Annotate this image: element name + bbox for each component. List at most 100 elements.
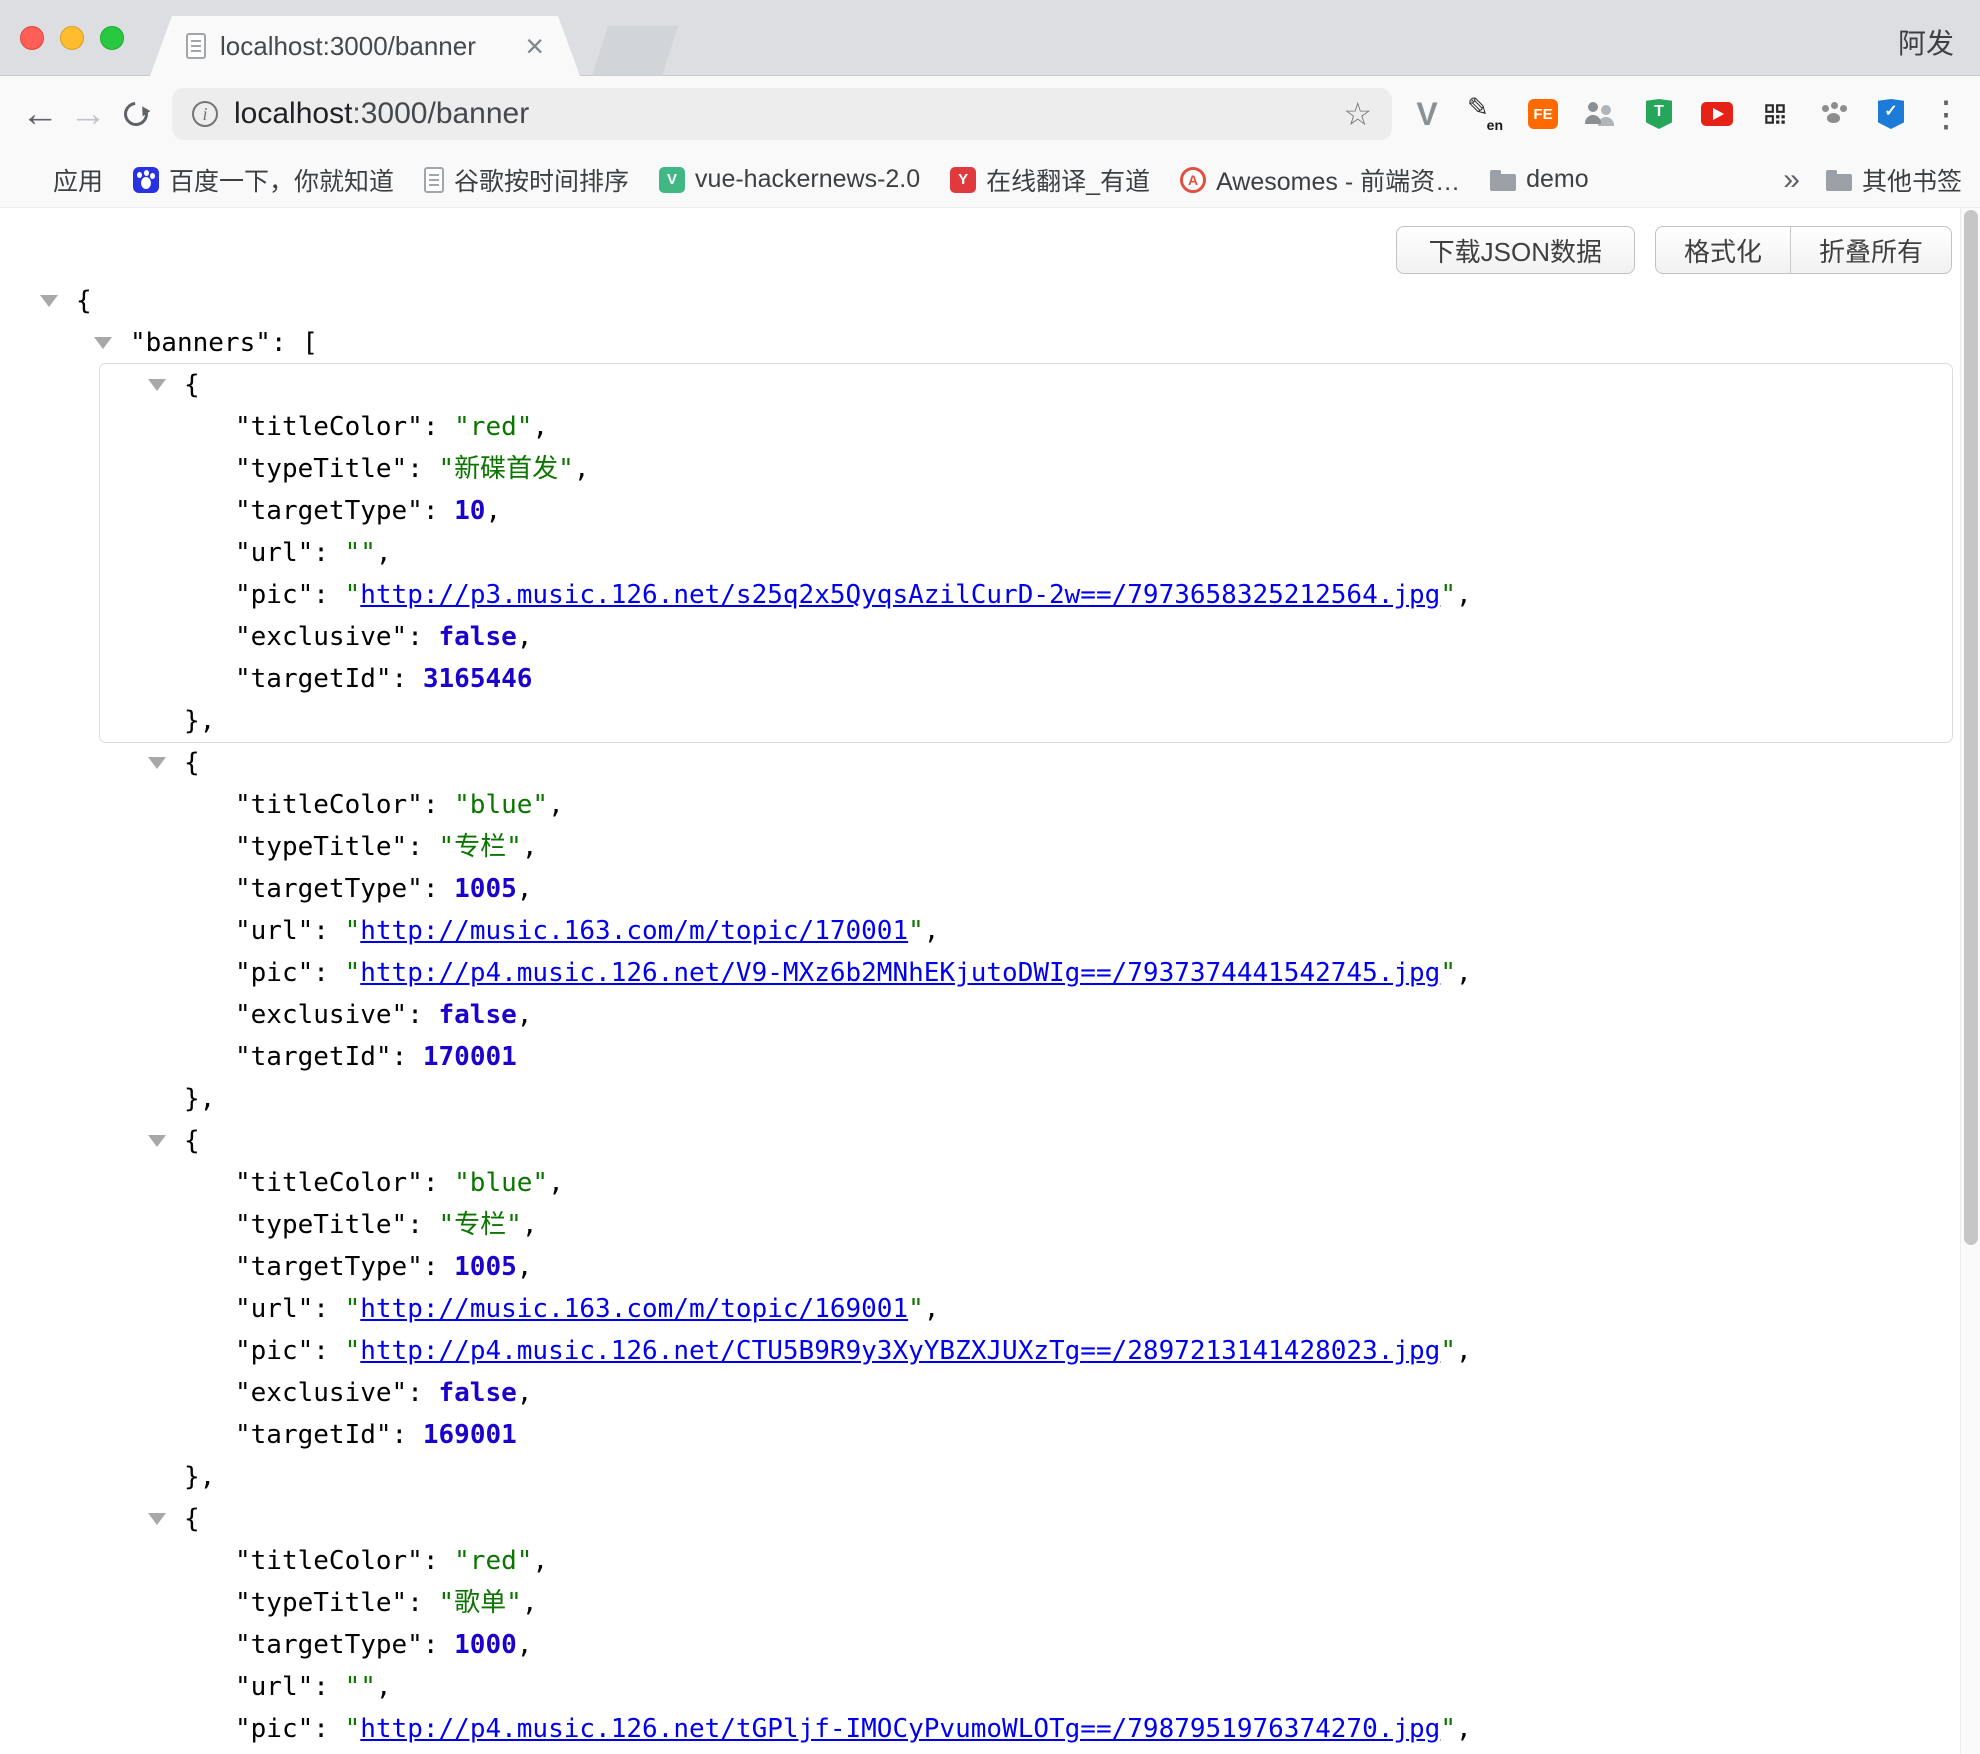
paw-extension-button[interactable] xyxy=(1810,91,1856,137)
shield-t-icon: T xyxy=(1646,99,1672,129)
shield-t-extension-button[interactable]: T xyxy=(1636,91,1682,137)
json-line: "exclusive": false, xyxy=(100,1372,1952,1414)
bookmark-item[interactable]: demo xyxy=(1490,165,1589,194)
expander-triangle-icon[interactable] xyxy=(148,379,166,391)
json-line: "typeTitle": "新碟首发", xyxy=(100,448,1952,490)
youtube-icon xyxy=(1701,102,1733,126)
json-url-link[interactable]: http://p4.music.126.net/tGPljf-IMOCyPvum… xyxy=(360,1714,1440,1744)
expander-triangle-icon[interactable] xyxy=(148,1513,166,1525)
json-object-banner-1: {"titleColor": "red","typeTitle": "新碟首发"… xyxy=(100,364,1952,742)
shield-check-extension-button[interactable]: ✓ xyxy=(1868,91,1914,137)
other-bookmarks-label: 其他书签 xyxy=(1862,162,1962,198)
bookmark-item[interactable]: 百度一下，你就知道 xyxy=(133,162,394,198)
people-extension-button[interactable] xyxy=(1578,91,1624,137)
translate-extension-button[interactable]: en xyxy=(1462,91,1508,137)
v-extension-button[interactable]: V xyxy=(1404,91,1450,137)
json-url-link[interactable]: http://p3.music.126.net/s25q2x5QyqsAzilC… xyxy=(360,580,1440,610)
json-line: "url": "", xyxy=(100,532,1952,574)
json-url-link[interactable]: http://p4.music.126.net/CTU5B9R9y3XyYBZX… xyxy=(360,1336,1440,1366)
url-host: localhost xyxy=(234,97,352,130)
youdao-icon: Y xyxy=(950,167,976,193)
page-info-icon[interactable]: i xyxy=(192,101,218,127)
bookmark-item[interactable]: Y在线翻译_有道 xyxy=(950,162,1150,198)
folder-icon xyxy=(1490,174,1516,191)
json-line: "pic": "http://p4.music.126.net/CTU5B9R9… xyxy=(100,1330,1952,1372)
json-object-banner-2: {"titleColor": "blue","typeTitle": "专栏",… xyxy=(100,742,1952,1120)
forward-button[interactable]: → xyxy=(64,90,112,138)
bookmark-star-icon[interactable]: ☆ xyxy=(1343,95,1372,133)
bookmark-item[interactable]: 谷歌按时间排序 xyxy=(424,162,629,198)
json-line: "titleColor": "blue", xyxy=(100,784,1952,826)
json-line: "exclusive": false, xyxy=(100,994,1952,1036)
scrollbar xyxy=(1960,208,1980,1754)
format-button[interactable]: 格式化 xyxy=(1656,227,1790,273)
json-line: "pic": "http://p4.music.126.net/tGPljf-I… xyxy=(100,1708,1952,1750)
expander-triangle-icon[interactable] xyxy=(148,757,166,769)
other-bookmarks-folder[interactable]: 其他书签 xyxy=(1826,162,1962,198)
window-controls xyxy=(20,26,124,50)
bookmarks-overflow-chevron[interactable]: » xyxy=(1783,163,1800,197)
navigation-toolbar: ← → i localhost:3000/banner ☆ Ven FE T ✓ ⋮ xyxy=(0,76,1980,152)
json-url-link[interactable]: http://p4.music.126.net/V9-MXz6b2MNhEKju… xyxy=(360,958,1440,988)
json-viewer: {"banners": [{"titleColor": "red","typeT… xyxy=(0,208,1952,1754)
expander-triangle-icon[interactable] xyxy=(94,337,112,349)
json-line: "targetId": 170001 xyxy=(100,1036,1952,1078)
json-line: "targetType": 1005, xyxy=(100,868,1952,910)
scrollbar-thumb[interactable] xyxy=(1964,210,1978,1245)
bookmark-label: 应用 xyxy=(53,162,103,198)
json-line: { xyxy=(100,742,1952,784)
json-line: }, xyxy=(100,1456,1952,1498)
bookmark-label: 谷歌按时间排序 xyxy=(454,162,629,198)
json-url-link[interactable]: http://music.163.com/m/topic/169001 xyxy=(360,1294,908,1324)
fe-icon: FE xyxy=(1528,99,1558,129)
json-line: "targetType": 10, xyxy=(100,490,1952,532)
json-line: "url": "http://music.163.com/m/topic/170… xyxy=(100,910,1952,952)
json-line: "targetId": 3165446 xyxy=(100,658,1952,700)
back-button[interactable]: ← xyxy=(16,90,64,138)
qrcode-extension-button[interactable] xyxy=(1752,91,1798,137)
collapse-all-button[interactable]: 折叠所有 xyxy=(1790,227,1951,273)
url-text: localhost:3000/banner xyxy=(234,97,529,131)
bookmarks-items: 应用百度一下，你就知道 谷歌按时间排序 Vvue-hackernews-2.0 Y在线… xyxy=(18,162,1589,198)
folder-icon xyxy=(1826,174,1852,191)
v-icon: V xyxy=(1416,98,1437,130)
reload-button[interactable] xyxy=(112,90,160,138)
browser-menu-button[interactable]: ⋮ xyxy=(1928,93,1964,135)
translate-icon: en xyxy=(1467,96,1503,132)
bookmark-item[interactable]: 应用 xyxy=(18,162,103,198)
close-tab-icon[interactable]: × xyxy=(525,30,544,62)
bookmark-item[interactable]: AAwesomes - 前端资… xyxy=(1180,162,1460,198)
reload-icon xyxy=(119,97,153,131)
json-line: "typeTitle": "专栏", xyxy=(100,1204,1952,1246)
zoom-window-button[interactable] xyxy=(100,26,124,50)
tab-bar: localhost:3000/banner × 阿发 xyxy=(0,0,1980,76)
json-line: "targetType": 1005, xyxy=(100,1246,1952,1288)
json-line: "exclusive": false, xyxy=(100,616,1952,658)
json-line: "targetType": 1000, xyxy=(100,1624,1952,1666)
browser-tab[interactable]: localhost:3000/banner × xyxy=(150,16,580,76)
bookmark-item[interactable]: Vvue-hackernews-2.0 xyxy=(659,165,920,194)
play-icon xyxy=(1713,108,1724,120)
fe-extension-button[interactable]: FE xyxy=(1520,91,1566,137)
url-input[interactable]: i localhost:3000/banner ☆ xyxy=(172,88,1392,140)
bookmark-label: vue-hackernews-2.0 xyxy=(695,165,920,194)
json-line: { xyxy=(100,364,1952,406)
youtube-extension-button[interactable] xyxy=(1694,91,1740,137)
json-url-link[interactable]: http://music.163.com/m/topic/170001 xyxy=(360,916,908,946)
bookmarks-right: » 其他书签 xyxy=(1783,162,1962,198)
new-tab-button[interactable] xyxy=(592,26,678,76)
json-line: "url": "http://music.163.com/m/topic/169… xyxy=(100,1288,1952,1330)
tab-title: localhost:3000/banner xyxy=(220,31,515,62)
view-toggle-group: 格式化 折叠所有 xyxy=(1655,226,1952,274)
minimize-window-button[interactable] xyxy=(60,26,84,50)
bookmark-label: demo xyxy=(1526,165,1589,194)
download-json-button[interactable]: 下载JSON数据 xyxy=(1396,226,1635,274)
json-line: "targetId": 169001 xyxy=(100,1414,1952,1456)
expander-triangle-icon[interactable] xyxy=(40,295,58,307)
expander-triangle-icon[interactable] xyxy=(148,1135,166,1147)
json-line: "exclusive": false, xyxy=(100,1750,1952,1754)
bookmarks-bar: 应用百度一下，你就知道 谷歌按时间排序 Vvue-hackernews-2.0 Y在线… xyxy=(0,152,1980,208)
close-window-button[interactable] xyxy=(20,26,44,50)
json-line: }, xyxy=(100,1078,1952,1120)
json-line: "titleColor": "red", xyxy=(100,1540,1952,1582)
